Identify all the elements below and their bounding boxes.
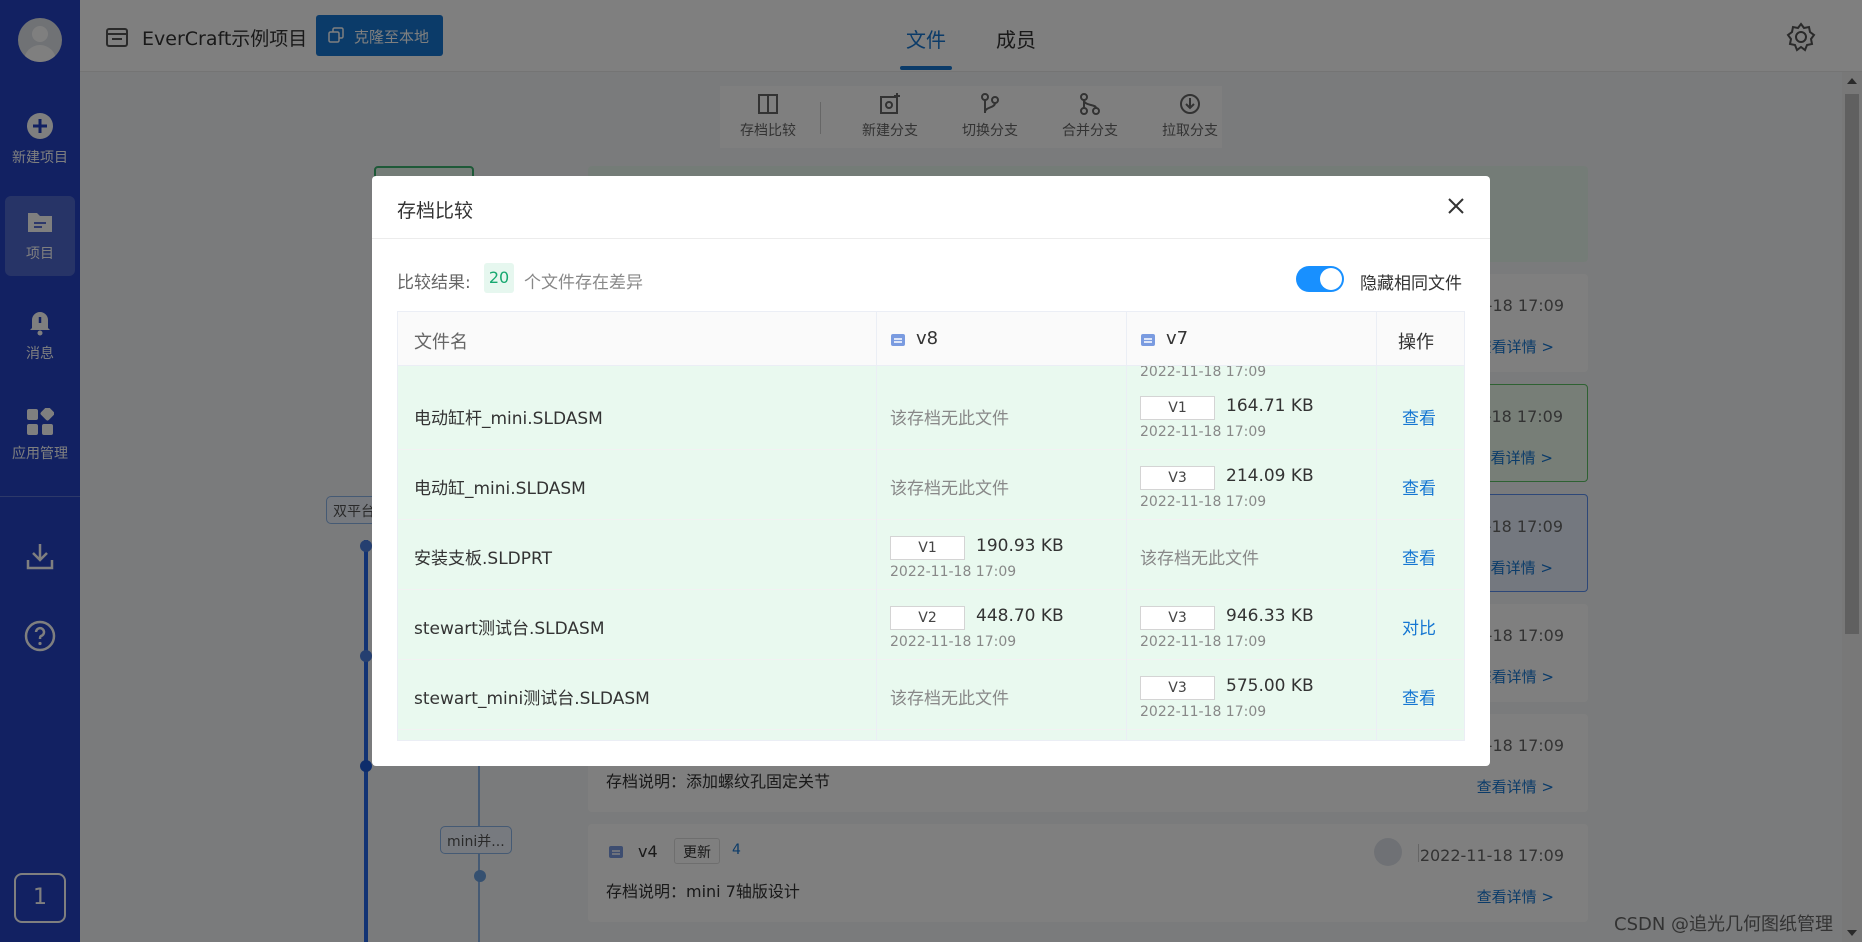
file-name: 电动缸_mini.SLDASM [414, 479, 586, 499]
file-date: 2022-11-18 17:09 [1140, 364, 1267, 380]
column-divider [1376, 312, 1377, 740]
view-file-link[interactable]: 查看 [1402, 544, 1436, 569]
file-name: stewart_mini测试台.SLDASM [414, 689, 650, 709]
column-header-filename: 文件名 [414, 332, 468, 353]
table-row: stewart_mini测试台.SLDASM 该存档无此文件 V3 575.00… [398, 660, 1464, 730]
watermark: CSDN @追光几何图纸管理 [1614, 914, 1834, 935]
view-file-link[interactable]: 查看 [1402, 404, 1436, 429]
table-body[interactable]: 2022-11-18 17:09 电动缸杆_mini.SLDASM 该存档无此文… [398, 364, 1464, 740]
archive-icon [891, 334, 905, 346]
file-size: 448.70 KB [976, 606, 1064, 626]
view-file-link[interactable]: 查看 [1402, 684, 1436, 709]
file-date: 2022-11-18 17:09 [1140, 704, 1267, 720]
file-date: 2022-11-18 17:09 [1140, 494, 1267, 510]
file-size: 214.09 KB [1226, 466, 1314, 486]
archive-compare-dialog: 存档比较 比较结果: 20 个文件存在差异 隐藏相同文件 2022-11-18 … [372, 176, 1490, 766]
compare-result-label: 比较结果: [397, 273, 471, 293]
file-size: 946.33 KB [1226, 606, 1314, 626]
hide-same-files-toggle[interactable] [1296, 266, 1344, 292]
file-date: 2022-11-18 17:09 [1140, 634, 1267, 650]
table-row: 电动缸杆_mini.SLDASM 该存档无此文件 V1 164.71 KB 20… [398, 380, 1464, 450]
archive-icon [1141, 334, 1155, 346]
file-name: 安装支板.SLDPRT [414, 549, 552, 569]
close-icon[interactable] [1446, 196, 1466, 216]
column-header-left-version: v8 [916, 328, 939, 349]
file-missing: 该存档无此文件 [890, 479, 1009, 499]
hide-same-files-label: 隐藏相同文件 [1360, 274, 1462, 294]
column-header-right-version: v7 [1166, 328, 1189, 349]
column-divider [876, 312, 877, 740]
file-missing: 该存档无此文件 [890, 409, 1009, 429]
file-version-badge: V3 [1140, 676, 1215, 700]
file-missing: 该存档无此文件 [1140, 549, 1259, 569]
table-row: stewart测试台.SLDASM V2 448.70 KB 2022-11-1… [398, 590, 1464, 660]
compare-table: 2022-11-18 17:09 电动缸杆_mini.SLDASM 该存档无此文… [397, 311, 1465, 741]
file-missing: 该存档无此文件 [890, 689, 1009, 709]
file-version-badge: V3 [1140, 466, 1215, 490]
table-row: 安装支板.SLDPRT V1 190.93 KB 2022-11-18 17:0… [398, 520, 1464, 590]
file-name: 电动缸杆_mini.SLDASM [414, 409, 603, 429]
diff-count-badge: 20 [484, 263, 514, 293]
compare-file-link[interactable]: 对比 [1402, 614, 1436, 639]
file-version-badge: V2 [890, 606, 965, 630]
file-date: 2022-11-18 17:09 [1140, 424, 1267, 440]
dialog-divider [372, 238, 1490, 239]
file-version-badge: V1 [1140, 396, 1215, 420]
column-divider [1126, 312, 1127, 740]
file-size: 575.00 KB [1226, 676, 1314, 696]
file-date: 2022-11-18 17:09 [890, 634, 1017, 650]
file-version-badge: V3 [1140, 606, 1215, 630]
table-row: 电动缸_mini.SLDASM 该存档无此文件 V3 214.09 KB 202… [398, 450, 1464, 520]
file-name: stewart测试台.SLDASM [414, 619, 605, 639]
dialog-title: 存档比较 [397, 200, 474, 222]
file-date: 2022-11-18 17:09 [890, 564, 1017, 580]
file-size: 164.71 KB [1226, 396, 1314, 416]
column-header-action: 操作 [1398, 332, 1434, 353]
toggle-knob [1320, 268, 1342, 290]
file-version-badge: V1 [890, 536, 965, 560]
diff-count-suffix: 个文件存在差异 [524, 273, 643, 293]
file-size: 190.93 KB [976, 536, 1064, 556]
view-file-link[interactable]: 查看 [1402, 474, 1436, 499]
table-header: 文件名 v8 v7 操作 [398, 312, 1464, 366]
